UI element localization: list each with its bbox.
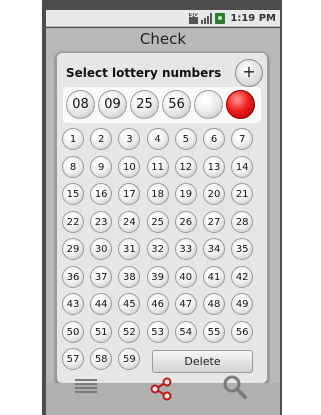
number-ball[interactable]: 33 — [174, 238, 197, 260]
number-ball[interactable]: 20 — [203, 183, 225, 205]
add-button[interactable]: + — [235, 59, 263, 87]
number-ball[interactable]: 15 — [62, 183, 84, 205]
number-ball[interactable]: 39 — [146, 265, 169, 288]
number-ball[interactable]: 1 — [62, 128, 84, 150]
selected-numbers-bar: 08 09 25 56 — [63, 87, 261, 123]
delete-button[interactable]: Delete — [152, 350, 253, 373]
number-ball[interactable]: 18 — [146, 183, 169, 205]
number-ball[interactable]: 24 — [118, 210, 141, 233]
network-3g-icon: 3G — [189, 11, 199, 24]
number-ball[interactable]: 16 — [90, 183, 113, 205]
number-ball[interactable]: 3 — [118, 128, 141, 150]
number-ball[interactable]: 5 — [174, 128, 197, 150]
number-ball[interactable]: 46 — [146, 293, 169, 315]
number-ball[interactable]: 43 — [62, 293, 84, 315]
number-ball[interactable]: 11 — [146, 155, 169, 178]
number-ball[interactable]: 55 — [203, 320, 225, 343]
number-ball[interactable]: 48 — [203, 293, 225, 315]
battery-icon — [215, 12, 226, 24]
number-ball[interactable]: 45 — [118, 293, 141, 315]
number-ball[interactable]: 13 — [203, 155, 225, 178]
number-ball[interactable]: 19 — [174, 183, 197, 205]
number-ball[interactable]: 23 — [90, 210, 113, 233]
number-ball[interactable]: 37 — [90, 265, 113, 288]
number-ball[interactable]: 36 — [62, 265, 84, 288]
number-ball[interactable]: 29 — [62, 238, 84, 260]
number-ball[interactable]: 34 — [203, 238, 225, 260]
number-ball[interactable]: 53 — [146, 320, 169, 343]
page-title: Check — [139, 30, 187, 48]
signal-icon — [201, 12, 213, 24]
number-ball[interactable]: 26 — [174, 210, 197, 233]
number-ball[interactable]: 4 — [146, 128, 169, 150]
number-ball[interactable]: 44 — [90, 293, 113, 315]
number-ball[interactable]: 47 — [174, 293, 197, 315]
number-ball[interactable]: 28 — [231, 210, 254, 233]
network-label: 3G — [189, 11, 199, 19]
number-ball[interactable]: 42 — [231, 265, 254, 288]
number-ball[interactable]: 50 — [62, 320, 84, 343]
number-ball[interactable]: 57 — [62, 348, 84, 370]
selected-ball-empty[interactable] — [194, 90, 223, 119]
number-ball[interactable]: 40 — [174, 265, 197, 288]
number-ball[interactable]: 35 — [231, 238, 254, 260]
number-ball[interactable]: 10 — [118, 155, 141, 178]
number-ball[interactable]: 54 — [174, 320, 197, 343]
status-clock: 1:19 PM — [230, 12, 276, 24]
number-ball[interactable]: 59 — [118, 348, 141, 370]
number-ball[interactable]: 30 — [90, 238, 113, 260]
number-ball[interactable]: 38 — [118, 265, 141, 288]
number-ball[interactable]: 17 — [118, 183, 141, 205]
search-icon[interactable] — [221, 373, 249, 401]
number-ball[interactable]: 52 — [118, 320, 141, 343]
selected-number-ball[interactable]: 56 — [162, 90, 191, 119]
number-ball[interactable]: 58 — [90, 348, 113, 370]
status-bar: 3G 1:19 PM — [46, 10, 280, 27]
number-ball[interactable]: 41 — [203, 265, 225, 288]
number-ball[interactable]: 7 — [231, 128, 254, 150]
number-ball[interactable]: 21 — [231, 183, 254, 205]
number-ball[interactable]: 27 — [203, 210, 225, 233]
number-ball[interactable]: 14 — [231, 155, 254, 178]
number-ball[interactable]: 6 — [203, 128, 225, 150]
number-ball[interactable]: 56 — [231, 320, 254, 343]
number-ball[interactable]: 9 — [90, 155, 113, 178]
number-ball[interactable]: 49 — [231, 293, 254, 315]
number-ball[interactable]: 8 — [62, 155, 84, 178]
lottery-number-dialog: Select lottery numbers + 08 09 25 56 123456… — [56, 52, 268, 384]
number-ball[interactable]: 22 — [62, 210, 84, 233]
number-ball[interactable]: 31 — [118, 238, 141, 260]
share-icon[interactable] — [148, 376, 174, 402]
number-ball[interactable]: 2 — [90, 128, 113, 150]
number-ball[interactable]: 32 — [146, 238, 169, 260]
number-ball[interactable]: 25 — [146, 210, 169, 233]
dialog-title: Select lottery numbers — [66, 66, 222, 80]
selected-ball-red[interactable] — [226, 90, 255, 119]
number-ball[interactable]: 51 — [90, 320, 113, 343]
selected-number-ball[interactable]: 25 — [130, 90, 159, 119]
status-icons: 3G 1:19 PM — [189, 11, 276, 25]
selected-number-ball[interactable]: 08 — [66, 90, 95, 119]
selected-number-ball[interactable]: 09 — [98, 90, 127, 119]
list-icon[interactable] — [75, 379, 97, 397]
number-ball[interactable]: 12 — [174, 155, 197, 178]
